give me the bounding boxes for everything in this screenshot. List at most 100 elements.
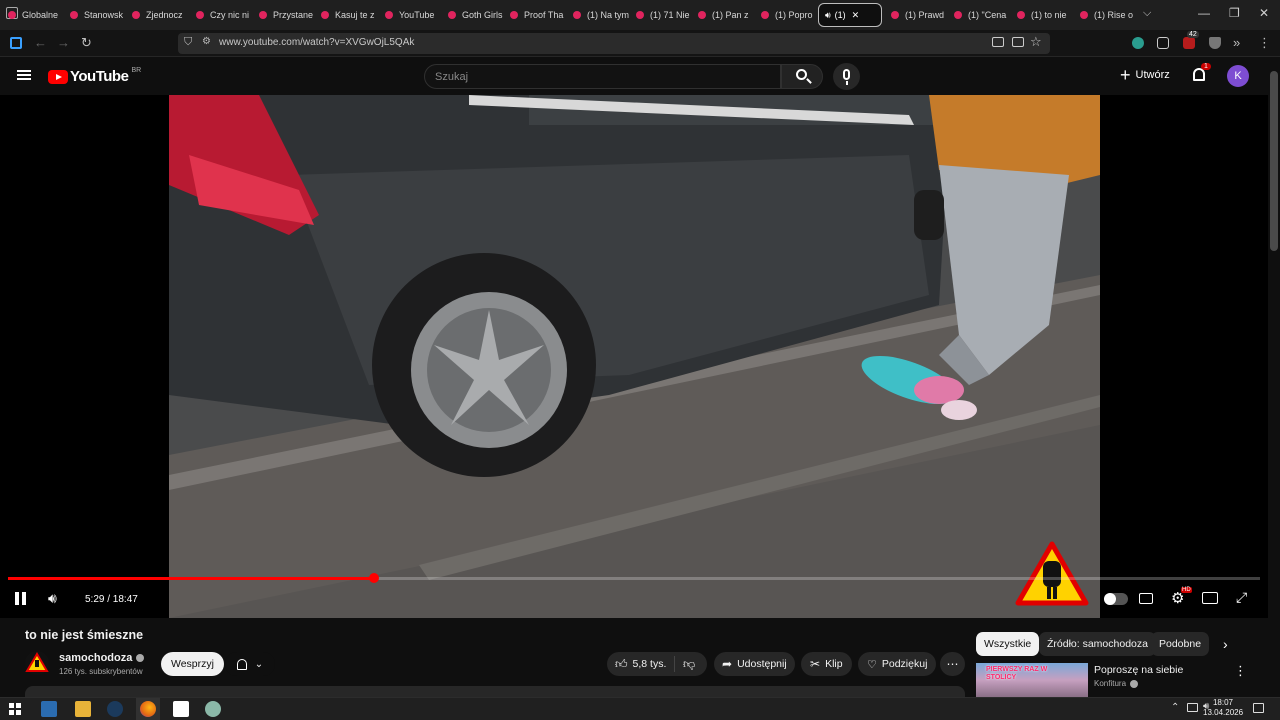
- subtitles-icon[interactable]: [1139, 593, 1153, 604]
- extensions-puzzle-icon[interactable]: [1157, 37, 1169, 49]
- tray-overflow-icon[interactable]: ⌃: [1171, 702, 1179, 713]
- url-bar[interactable]: ⛉ ⚙ www.youtube.com/watch?v=XVGwOjL5QAk …: [178, 33, 1050, 54]
- thanks-button[interactable]: ♡ Podziękuj: [858, 652, 937, 676]
- browser-tab[interactable]: Przystane: [259, 3, 317, 27]
- video-frame[interactable]: [169, 95, 1100, 618]
- chip-related[interactable]: Podobne: [1151, 632, 1210, 656]
- volume-icon[interactable]: 🔊︎: [48, 590, 57, 607]
- youtube-favicon-icon: [761, 11, 769, 19]
- create-button[interactable]: + Utwórz: [1120, 66, 1170, 84]
- region-code: BR: [131, 67, 142, 74]
- chips-next-chevron-icon[interactable]: ›: [1223, 636, 1228, 652]
- url-text[interactable]: www.youtube.com/watch?v=XVGwOjL5QAk: [219, 37, 414, 48]
- browser-tab-title: (1) 71 Nie: [650, 10, 690, 20]
- recommendation-menu-icon[interactable]: ⋮: [1234, 663, 1247, 679]
- restore-icon[interactable]: ❐: [1229, 6, 1240, 20]
- menu-icon[interactable]: ⋮: [1258, 35, 1271, 51]
- youtube-favicon-icon: [8, 11, 16, 19]
- dislike-button[interactable]: 👎︎: [675, 657, 695, 672]
- minimize-icon[interactable]: —: [1198, 6, 1210, 20]
- back-icon[interactable]: ←: [34, 35, 47, 50]
- chip-source-channel[interactable]: Źródło: samochodoza: [1039, 632, 1156, 656]
- forward-icon[interactable]: →: [57, 35, 70, 50]
- browser-tab[interactable]: Zjednocz: [132, 3, 190, 27]
- more-actions-button[interactable]: ⋯: [940, 652, 965, 676]
- browser-tab[interactable]: YouTube: [385, 3, 443, 27]
- bookmark-star-icon[interactable]: ☆: [1030, 34, 1042, 50]
- steam-icon[interactable]: [107, 701, 123, 717]
- like-count: 5,8 tys.: [632, 658, 667, 670]
- browser-tab[interactable]: (1) to nie: [1017, 3, 1075, 27]
- tracking-protection-icon[interactable]: ⚙: [202, 36, 211, 47]
- browser-tab[interactable]: (1) Rise o: [1080, 3, 1138, 27]
- search-input[interactable]: Szukaj: [424, 64, 781, 89]
- sidebar-toggle-icon[interactable]: [10, 37, 22, 49]
- recommended-title[interactable]: Poproszę na siebie: [1094, 664, 1183, 676]
- browser-tab[interactable]: Goth Girls: [448, 3, 506, 27]
- chip-all[interactable]: Wszystkie: [976, 632, 1040, 656]
- tab-audio-icon[interactable]: 🔊︎: [825, 10, 831, 21]
- windows-start-icon[interactable]: [9, 703, 21, 715]
- avatar[interactable]: K: [1227, 65, 1249, 87]
- ublock-icon[interactable]: [1183, 37, 1195, 49]
- windows-taskbar: ⌃ 🔊︎ 18:07 13.04.2026: [0, 697, 1280, 720]
- youtube-logo[interactable]: YouTube BR: [48, 67, 142, 85]
- notion-app-icon[interactable]: [173, 701, 189, 717]
- like-button[interactable]: 👍︎ 5,8 tys.: [607, 656, 675, 672]
- subscriber-count: 126 tys. subskrybentów: [59, 667, 143, 676]
- tab-list-chevron-icon[interactable]: ⌵: [1143, 7, 1151, 20]
- browser-tab[interactable]: Proof Tha: [510, 3, 568, 27]
- progress-scrubber[interactable]: [368, 573, 379, 583]
- reader-view-icon[interactable]: [1012, 37, 1024, 47]
- chat-app-icon[interactable]: [205, 701, 221, 717]
- thumbnail-overlay-text: PIERWSZY RAZ W STOLICY: [986, 666, 1048, 681]
- subscription-bell-button[interactable]: ⌄: [225, 652, 275, 676]
- description-box[interactable]: [25, 686, 965, 697]
- browser-tab[interactable]: (1) "Cena: [954, 3, 1012, 27]
- search-button[interactable]: [781, 64, 823, 89]
- pip-icon[interactable]: [992, 37, 1004, 47]
- notifications-button[interactable]: 1: [1191, 63, 1211, 86]
- video-player[interactable]: 🔊︎ 5:29 / 18:47 ⚙ HD ⤢: [0, 95, 1268, 618]
- browser-tab[interactable]: Kasuj te z: [321, 3, 379, 27]
- theater-mode-icon[interactable]: [1202, 592, 1218, 604]
- channel-name[interactable]: samochodoza: [59, 652, 145, 664]
- browser-tab[interactable]: Globalne: [8, 3, 66, 27]
- file-explorer-icon[interactable]: [75, 701, 91, 717]
- system-clock[interactable]: 18:07 13.04.2026: [1203, 698, 1243, 718]
- notification-center-icon[interactable]: [1253, 703, 1264, 713]
- youtube-favicon-icon: [321, 11, 329, 19]
- clip-button[interactable]: ✂︎ Klip: [801, 652, 852, 676]
- browser-tab[interactable]: (1) Pan z: [698, 3, 756, 27]
- browser-tab[interactable]: Czy nic ni: [196, 3, 254, 27]
- browser-tab[interactable]: (1) Na tym: [573, 3, 631, 27]
- desktop-monitor-icon[interactable]: [41, 701, 57, 717]
- browser-tab-title: (1): [834, 10, 846, 20]
- shield-extension-icon[interactable]: [1209, 37, 1221, 49]
- browser-tab[interactable]: (1) Popro: [761, 3, 819, 27]
- share-button[interactable]: ➦ Udostępnij: [714, 652, 795, 676]
- browser-tab[interactable]: (1) 71 Nie: [636, 3, 694, 27]
- reload-icon[interactable]: ↻: [81, 35, 92, 51]
- browser-tab[interactable]: Stanowsk: [70, 3, 128, 27]
- pause-icon[interactable]: [15, 592, 26, 605]
- close-window-icon[interactable]: ✕: [1259, 6, 1269, 20]
- scrollbar-thumb[interactable]: [1270, 71, 1278, 251]
- browser-tab-title: Stanowsk: [84, 10, 124, 20]
- site-info-icon[interactable]: ⛉: [184, 36, 192, 49]
- autoplay-toggle-icon[interactable]: [1104, 593, 1128, 605]
- vpn-shield-icon[interactable]: [1132, 37, 1144, 49]
- fullscreen-icon[interactable]: ⤢: [1236, 589, 1247, 606]
- overflow-chevron-icon[interactable]: »: [1233, 35, 1240, 50]
- voice-search-button[interactable]: [833, 63, 860, 90]
- network-icon[interactable]: [1187, 703, 1198, 712]
- support-button[interactable]: Wesprzyj: [161, 652, 224, 676]
- tab-close-icon[interactable]: ✕: [852, 10, 860, 21]
- hamburger-menu-icon[interactable]: [17, 70, 31, 80]
- browser-tab[interactable]: (1) Prawd: [891, 3, 949, 27]
- channel-avatar[interactable]: [25, 651, 49, 675]
- browser-tab[interactable]: 🔊︎ (1) ✕: [818, 3, 882, 27]
- page-scrollbar[interactable]: [1268, 57, 1280, 697]
- recommended-thumbnail[interactable]: PIERWSZY RAZ W STOLICY: [976, 663, 1088, 697]
- progress-bar[interactable]: [8, 573, 1260, 583]
